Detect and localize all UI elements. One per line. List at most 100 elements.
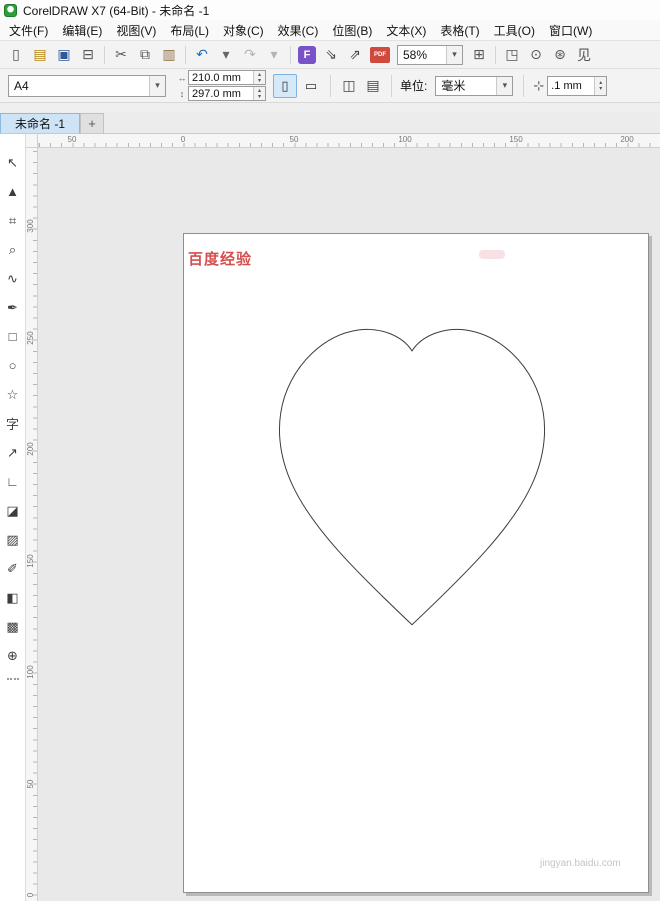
add-tools[interactable]: ⊕ bbox=[1, 641, 25, 670]
menu-item-7[interactable]: 文本(X) bbox=[379, 20, 433, 41]
application-launcher-icon[interactable]: ⊞ bbox=[468, 44, 490, 66]
spin-down-icon[interactable]: ▾ bbox=[254, 78, 265, 84]
spin-down-icon[interactable]: ▾ bbox=[595, 86, 606, 92]
cut-icon[interactable]: ✂ bbox=[110, 44, 132, 66]
show-rulers-icon[interactable]: ⊙ bbox=[525, 44, 547, 66]
freehand-tool[interactable]: ∿ bbox=[1, 264, 25, 293]
smart-fill-tool[interactable]: ▩ bbox=[1, 612, 25, 641]
polygon-tool[interactable]: ☆ bbox=[1, 380, 25, 409]
nudge-distance-field[interactable]: .1 mm ▴ ▾ bbox=[547, 75, 608, 96]
standard-toolbar: ▯ ▤ ▣ ⊟ ✂ ⧉ ▥ ↶ ▾ ↷ ▾ F ⇘ ⇗ PDF 58% ▾ ⊞ ◳ ⊙ ⊛ 见 bbox=[0, 40, 660, 69]
toolbar-separator bbox=[185, 45, 186, 64]
watermark-baidu: 百度经验 bbox=[188, 251, 253, 268]
nudge-spinner[interactable]: ▴ ▾ bbox=[594, 76, 607, 95]
menu-item-10[interactable]: 窗口(W) bbox=[542, 20, 599, 41]
text-tool[interactable]: 字 bbox=[1, 409, 25, 438]
new-document-icon[interactable]: ▯ bbox=[5, 44, 27, 66]
connector-tool[interactable]: ∟ bbox=[1, 467, 25, 496]
parallel-dimension-tool[interactable]: ↗ bbox=[1, 438, 25, 467]
page[interactable]: 百度经验 jingyan.baidu.com bbox=[183, 233, 649, 893]
units-value: 毫米 bbox=[441, 79, 466, 93]
drop-shadow-tool[interactable]: ◪ bbox=[1, 496, 25, 525]
redo-icon[interactable]: ↷ bbox=[239, 44, 261, 66]
portrait-button[interactable]: ▯ bbox=[273, 73, 297, 98]
nudge-distance-value: .1 mm bbox=[551, 79, 582, 92]
document-tab[interactable]: 未命名 -1 bbox=[0, 113, 81, 133]
color-eyedropper-tool[interactable]: ✐ bbox=[1, 554, 25, 583]
chevron-down-icon[interactable]: ▾ bbox=[496, 76, 513, 95]
options-icon[interactable]: ⊛ bbox=[549, 44, 571, 66]
full-screen-preview-icon[interactable]: ◳ bbox=[501, 44, 523, 66]
zoom-level-value: 58% bbox=[403, 47, 428, 62]
units-label: 单位: bbox=[400, 79, 428, 93]
property-bar-separator bbox=[523, 74, 525, 97]
horizontal-ruler[interactable]: 50 0 50 100 150 200 bbox=[38, 134, 660, 148]
ruler-label: 150 bbox=[509, 135, 523, 144]
vertical-ruler[interactable]: 300 250 200 150 100 50 0 bbox=[26, 148, 38, 901]
export-icon[interactable]: ⇗ bbox=[344, 44, 366, 66]
canvas-viewport[interactable]: 百度经验 jingyan.baidu.com bbox=[38, 148, 660, 901]
paper-size-value: A4 bbox=[14, 78, 29, 93]
menu-item-6[interactable]: 位图(B) bbox=[325, 20, 379, 41]
new-tab-button[interactable]: + bbox=[80, 113, 105, 133]
current-page-button[interactable]: ▤ bbox=[362, 75, 384, 97]
toolbar-separator bbox=[290, 45, 291, 64]
shape-tool[interactable]: ▲ bbox=[1, 177, 25, 206]
landscape-button[interactable]: ▭ bbox=[299, 74, 323, 98]
ruler-label: 100 bbox=[26, 665, 35, 679]
print-icon[interactable]: ⊟ bbox=[77, 44, 99, 66]
menu-item-4[interactable]: 对象(C) bbox=[216, 20, 271, 41]
zoom-tool[interactable]: ⌕ bbox=[1, 235, 25, 264]
page-width-field[interactable]: 210.0 mm ▴ ▾ bbox=[188, 70, 266, 85]
menu-item-9[interactable]: 工具(O) bbox=[487, 20, 542, 41]
menu-item-2[interactable]: 视图(V) bbox=[109, 20, 163, 41]
page-height-field[interactable]: 297.0 mm ▴ ▾ bbox=[188, 86, 266, 101]
menu-item-5[interactable]: 效果(C) bbox=[271, 20, 326, 41]
spin-down-icon[interactable]: ▾ bbox=[254, 94, 265, 100]
open-folder-icon[interactable]: ▤ bbox=[29, 44, 51, 66]
menu-item-0[interactable]: 文件(F) bbox=[2, 20, 55, 41]
undo-icon[interactable]: ↶ bbox=[191, 44, 213, 66]
watermark-smudge bbox=[479, 250, 505, 259]
chevron-down-icon[interactable]: ▾ bbox=[446, 45, 462, 64]
property-bar-separator bbox=[391, 74, 392, 97]
welcome-screen-icon[interactable]: 见 bbox=[573, 44, 595, 66]
redo-dropdown-icon[interactable]: ▾ bbox=[263, 44, 285, 66]
artistic-media-tool[interactable]: ✒ bbox=[1, 293, 25, 322]
pick-tool[interactable]: ↖ bbox=[1, 148, 25, 177]
toolbar-separator bbox=[495, 45, 496, 64]
ellipse-tool[interactable]: ○ bbox=[1, 351, 25, 380]
undo-dropdown-icon[interactable]: ▾ bbox=[215, 44, 237, 66]
menu-item-3[interactable]: 布局(L) bbox=[163, 20, 216, 41]
ruler-label: 250 bbox=[26, 331, 35, 345]
page-height-value: 297.0 mm bbox=[192, 87, 241, 100]
drawing-layer bbox=[278, 328, 546, 626]
paste-icon[interactable]: ▥ bbox=[158, 44, 180, 66]
units-select[interactable]: 毫米 ▾ bbox=[435, 75, 514, 96]
chevron-down-icon[interactable]: ▾ bbox=[149, 75, 165, 96]
menu-item-1[interactable]: 编辑(E) bbox=[55, 20, 109, 41]
heart-shape[interactable] bbox=[278, 328, 546, 626]
window-gap bbox=[0, 103, 660, 112]
menu-item-8[interactable]: 表格(T) bbox=[433, 20, 486, 41]
all-pages-button[interactable]: ◫ bbox=[338, 75, 360, 97]
plus-icon: + bbox=[88, 116, 96, 131]
ruler-corner[interactable] bbox=[26, 134, 38, 148]
crop-tool[interactable]: ⌗ bbox=[1, 206, 25, 235]
interactive-fill-tool[interactable]: ◧ bbox=[1, 583, 25, 612]
coreldraw-logo-icon bbox=[4, 3, 17, 17]
paper-size-select[interactable]: A4 ▾ bbox=[8, 74, 166, 97]
save-icon[interactable]: ▣ bbox=[53, 44, 75, 66]
zoom-level-select[interactable]: 58% ▾ bbox=[397, 44, 463, 65]
ruler-label: 150 bbox=[26, 554, 35, 568]
page-width-spinner[interactable]: ▴ ▾ bbox=[253, 71, 265, 84]
search-content-icon[interactable]: F bbox=[298, 45, 316, 64]
import-icon[interactable]: ⇘ bbox=[320, 44, 342, 66]
page-height-spinner[interactable]: ▴ ▾ bbox=[253, 87, 265, 100]
transparency-tool[interactable]: ▨ bbox=[1, 525, 25, 554]
rectangle-tool[interactable]: □ bbox=[1, 322, 25, 351]
ruler-label: 50 bbox=[289, 135, 299, 144]
publish-pdf-icon[interactable]: PDF bbox=[370, 46, 390, 63]
copy-icon[interactable]: ⧉ bbox=[134, 44, 156, 66]
landscape-icon: ▭ bbox=[304, 77, 318, 93]
